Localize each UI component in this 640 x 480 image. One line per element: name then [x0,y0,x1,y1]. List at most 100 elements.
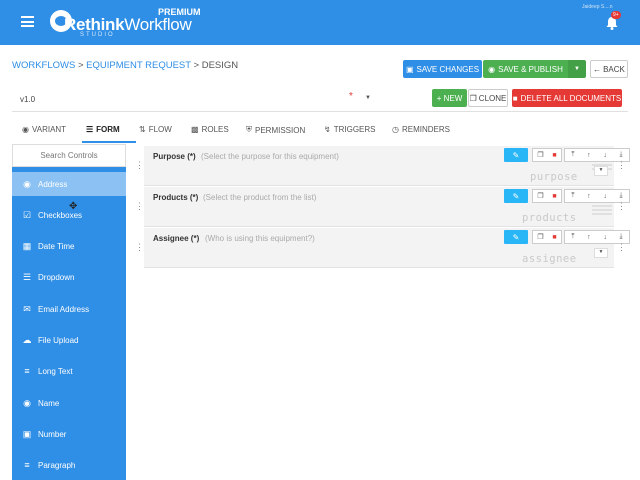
field-placeholder: (Select the product from the list) [203,193,317,202]
shield-icon: ⛨ [246,125,252,134]
required-marker: * [349,91,353,102]
clone-icon: ❐ [469,93,477,103]
move-top-icon[interactable]: ⤒ [571,192,574,200]
control-address[interactable]: ◉ Address [12,172,126,196]
trash-icon[interactable]: ■ [552,152,556,159]
control-email-address[interactable]: ✉ Email Address [12,297,126,321]
tab-permission[interactable]: ⛨ PERMISSION [246,125,305,135]
breadcrumb-equipment-request[interactable]: EQUIPMENT REQUEST [86,60,191,71]
pencil-icon: ✎ [512,191,520,201]
control-date-time[interactable]: ▦ Date Time [12,234,126,258]
drag-handle-icon[interactable]: ⋮ [617,242,626,253]
publish-options-button[interactable]: ▼ [568,60,586,78]
arrow-down-icon[interactable]: ↓ [603,152,607,159]
breadcrumb-workflows[interactable]: WORKFLOWS [12,60,75,71]
controls-sidebar: Search Controls ◉ Address ☑ Checkboxes ✥ ▦ D… [12,144,126,480]
delete-all-documents-button[interactable]: ■ DELETE ALL DOCUMENTS [512,89,622,107]
active-tab-indicator [82,141,136,143]
copy-icon[interactable]: ❐ [537,233,543,241]
version-select[interactable]: v1.0 [20,95,35,104]
control-checkboxes[interactable]: ☑ Checkboxes ✥ [12,201,126,227]
eye-icon: ◉ [488,64,496,74]
arrow-up-icon[interactable]: ↑ [587,193,591,200]
trash-icon[interactable]: ■ [552,234,556,241]
edit-field-button[interactable]: ✎ [504,189,528,203]
field-body: Products (*) (Select the product from th… [144,187,630,227]
control-dropdown[interactable]: ☰ Dropdown [12,265,126,289]
field-width-select[interactable]: ▼ [594,248,608,258]
form-canvas: ⋮ Purpose (*) (Select the purpose for th… [130,144,630,480]
flow-icon: ⇅ [139,125,146,134]
move-top-icon[interactable]: ⤒ [571,151,574,159]
long-text-icon: ≡ [24,366,30,376]
control-number[interactable]: ▣ Number [12,422,126,446]
move-top-icon[interactable]: ⤒ [571,233,574,241]
trash-icon[interactable]: ■ [552,193,556,200]
tab-reminders[interactable]: ◷ REMINDERS [392,125,450,134]
form-field-products[interactable]: ⋮ Products (*) (Select the product from … [132,187,630,227]
field-key-watermark: products [522,212,577,224]
menu-icon[interactable] [21,16,34,27]
save-publish-button[interactable]: ◉ SAVE & PUBLISH [483,60,568,78]
tab-triggers[interactable]: ↯ TRIGGERS [324,125,375,134]
field-key-watermark: assignee [522,253,577,265]
control-file-upload[interactable]: ☁ File Upload [12,328,126,352]
save-changes-button[interactable]: ▣ SAVE CHANGES [403,60,482,78]
tab-bar: ◉ VARIANT ☰ FORM ⇅ FLOW ▩ ROLES ⛨ PERMISSION … [12,118,628,144]
caret-down-icon[interactable]: ▼ [365,95,371,101]
trash-icon: ■ [512,93,518,103]
move-bottom-icon[interactable]: ⤓ [620,233,623,241]
field-body: Assignee (*) (Who is using this equipmen… [144,228,630,268]
field-label: Purpose (*) [153,152,196,161]
move-bottom-icon[interactable]: ⤓ [620,151,623,159]
checkbox-icon: ☑ [22,209,32,220]
tab-form[interactable]: ☰ FORM [86,125,120,134]
drag-handle-icon[interactable]: ⋮ [617,201,626,212]
clock-icon: ◷ [392,125,399,134]
drag-handle-icon[interactable]: ⋮ [135,160,144,171]
user-name[interactable]: Jaideep S....n [582,4,613,10]
calendar-icon: ▦ [22,240,32,251]
field-placeholder: (Who is using this equipment?) [205,234,315,243]
paragraph-icon: ≡ [24,460,30,470]
form-field-purpose[interactable]: ⋮ Purpose (*) (Select the purpose for th… [132,146,630,186]
drag-handle-icon[interactable]: ⋮ [135,242,144,253]
tab-roles[interactable]: ▩ ROLES [191,125,229,134]
control-long-text[interactable]: ≡ Long Text [12,359,126,383]
tab-variant[interactable]: ◉ VARIANT [22,125,66,134]
notification-badge: 9+ [611,11,621,19]
top-bar: RethinkWorkflow STUDIO PREMIUM Jaideep S… [0,0,640,45]
arrow-up-icon[interactable]: ↑ [587,234,591,241]
dropdown-icon: ☰ [22,271,32,282]
clone-button[interactable]: ❐ CLONE [468,89,508,107]
control-paragraph[interactable]: ≡ Paragraph [12,453,126,477]
field-copy-delete-group: ❐ ■ [532,148,562,162]
back-button[interactable]: ← BACK [590,60,628,78]
number-icon: ▣ [22,428,32,439]
pencil-icon: ✎ [512,150,520,160]
copy-icon[interactable]: ❐ [537,151,543,159]
breadcrumb: WORKFLOWS > EQUIPMENT REQUEST > DESIGN [12,60,239,71]
tab-flow[interactable]: ⇅ FLOW [139,125,172,134]
roles-icon: ▩ [191,125,199,134]
edit-field-button[interactable]: ✎ [504,148,528,162]
edit-field-button[interactable]: ✎ [504,230,528,244]
drag-handle-icon[interactable]: ⋮ [617,160,626,171]
control-name[interactable]: ◉ Name [12,391,126,415]
drag-handle-icon[interactable]: ⋮ [135,201,144,212]
field-label: Products (*) [153,193,199,202]
arrow-down-icon[interactable]: ↓ [603,234,607,241]
field-width-select[interactable]: ▼ [594,166,608,176]
move-cursor-icon: ✥ [69,201,78,212]
form-field-assignee[interactable]: ⋮ Assignee (*) (Who is using this equipm… [132,228,630,268]
plan-label: PREMIUM [158,7,201,17]
arrow-up-icon[interactable]: ↑ [587,152,591,159]
copy-icon[interactable]: ❐ [537,192,543,200]
new-version-button[interactable]: + NEW [432,89,467,107]
field-type-icon [592,205,612,219]
field-copy-delete-group: ❐ ■ [532,189,562,203]
move-bottom-icon[interactable]: ⤓ [620,192,623,200]
brand-subtitle: STUDIO [80,32,115,38]
arrow-down-icon[interactable]: ↓ [603,193,607,200]
search-controls-input[interactable]: Search Controls [12,144,126,167]
